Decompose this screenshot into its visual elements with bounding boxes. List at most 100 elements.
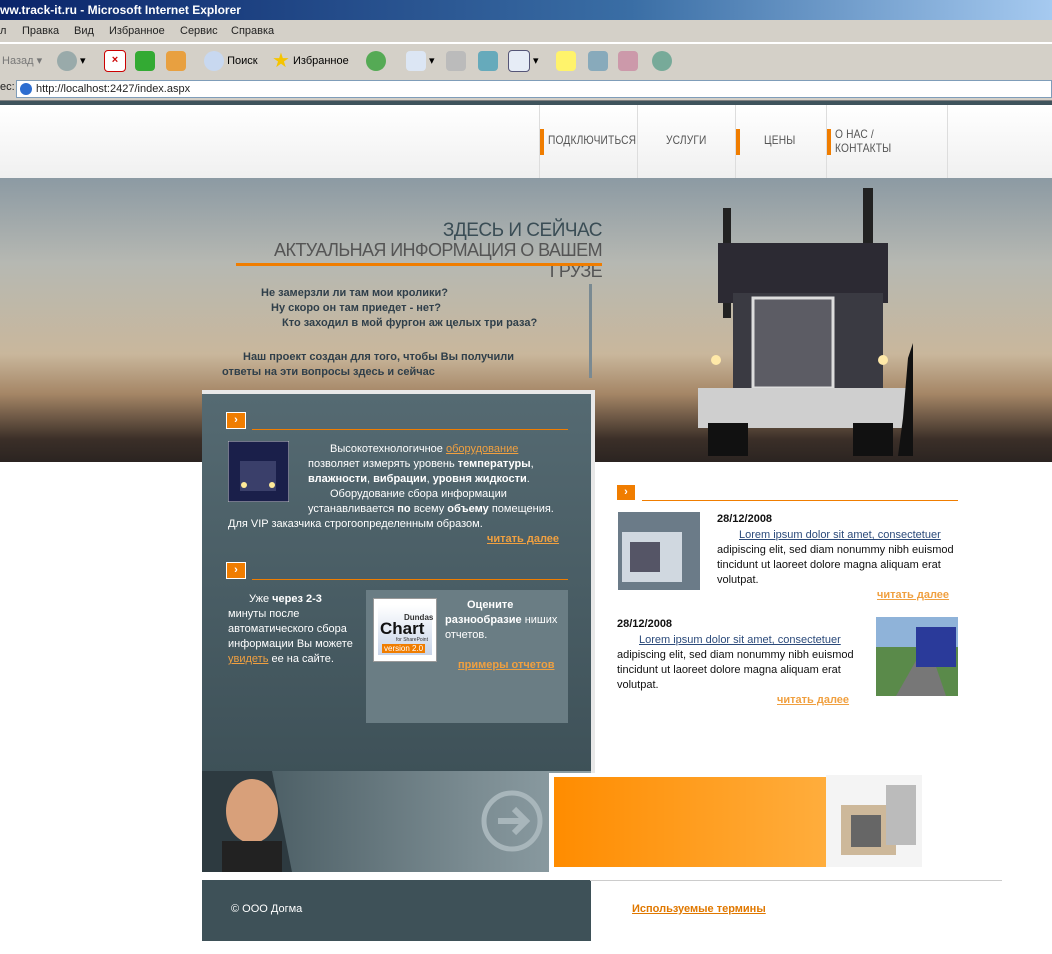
news-line-2a: adipiscing elit, sed diam nonummy nibh e…: [617, 649, 854, 661]
hero-question-1: Не замерзли ли там мои кролики?: [261, 287, 448, 299]
hero-intro-1: Наш проект создан для того, чтобы Вы пол…: [243, 351, 515, 363]
mail-button[interactable]: ▾: [406, 50, 435, 72]
block2-line2: минуты после: [228, 608, 300, 620]
nav-prices[interactable]: ЦЕНЫ: [735, 105, 827, 178]
note-icon: [556, 51, 576, 72]
news-thumbnail-2[interactable]: [876, 617, 958, 696]
nav-connect[interactable]: ПОДКЛЮЧИТЬСЯ: [539, 105, 638, 178]
menu-bar: л Правка Вид Избранное Сервис Справка: [0, 20, 1052, 43]
hero-question-3: Кто заходил в мой фургон аж целых три ра…: [282, 317, 538, 329]
dundas-chart-logo: Dundas Chart for SharePoint version 2.0: [373, 598, 437, 662]
globe-icon: [652, 51, 672, 72]
browser-toolbar: Назад ▾ ▾ × Поиск ★ Избранное ▾ ▾: [0, 43, 1052, 79]
block1-line1: Высокотехнологичное оборудование: [330, 443, 519, 455]
favorites-label: Избранное: [293, 55, 349, 67]
news-read-more-1[interactable]: читать далее: [877, 589, 949, 601]
address-label: ес:: [0, 81, 15, 93]
hero-underline: [236, 263, 602, 266]
menu-help[interactable]: Справка: [231, 20, 274, 42]
history-icon: [366, 51, 386, 72]
hero-title: ЗДЕСЬ И СЕЙЧАС: [442, 220, 603, 241]
menu-edit[interactable]: Правка: [22, 20, 59, 42]
nav-prices-label: ЦЕНЫ: [764, 133, 796, 147]
news-divider: [642, 500, 958, 501]
web-button[interactable]: [652, 50, 672, 72]
menu-tools[interactable]: Сервис: [180, 20, 218, 42]
reports-line3: отчетов.: [445, 629, 488, 641]
menu-file[interactable]: л: [0, 20, 6, 42]
block1-line4: Оборудование сбора информации: [330, 488, 507, 500]
forward-button[interactable]: ▾: [57, 50, 86, 72]
news-date-2: 28/12/2008: [617, 618, 673, 630]
news-title-1[interactable]: Lorem ipsum dolor sit amet, consectetuer: [739, 528, 941, 543]
edit-button[interactable]: ▾: [508, 50, 539, 73]
nav-marker: [827, 129, 831, 155]
terms-link[interactable]: Используемые термины: [632, 903, 766, 915]
refresh-icon: [135, 51, 155, 72]
truck-banner-image: [826, 775, 922, 867]
stop-button[interactable]: ×: [104, 50, 126, 73]
cursor-icon: [588, 51, 608, 72]
view-link[interactable]: увидеть: [228, 653, 268, 665]
news-thumbnail-1[interactable]: [618, 512, 700, 590]
search-button[interactable]: Поиск: [204, 50, 258, 72]
news-date-1: 28/12/2008: [717, 513, 773, 525]
hero-intro-2: ответы на эти вопросы здесь и сейчас: [222, 366, 435, 378]
menu-view[interactable]: Вид: [74, 20, 94, 42]
ie-page-icon: [20, 83, 32, 96]
address-bar: ес: http://localhost:2427/index.aspx: [0, 78, 1052, 101]
consultant-banner[interactable]: [202, 771, 591, 872]
news-line-1c: volutpat.: [717, 574, 759, 586]
menu-favorites[interactable]: Избранное: [109, 20, 165, 42]
stop-icon: ×: [104, 50, 126, 73]
site-header: ПОДКЛЮЧИТЬСЯ УСЛУГИ ЦЕНЫ О НАС / КОНТАКТ…: [0, 105, 1052, 178]
nav-marker: [540, 129, 544, 155]
block1-read-more-link[interactable]: читать далее: [487, 533, 559, 545]
cursor-button[interactable]: [588, 50, 608, 72]
equipment-link[interactable]: оборудование: [446, 443, 518, 455]
research-button[interactable]: [618, 50, 638, 72]
edit-icon: [508, 50, 530, 73]
refresh-button[interactable]: [135, 50, 155, 72]
block2-line4: информации Вы можете: [228, 638, 353, 650]
address-input[interactable]: http://localhost:2427/index.aspx: [16, 80, 1052, 98]
messenger-button[interactable]: [478, 50, 498, 72]
block2-line1: Уже через 2-3: [249, 593, 322, 605]
news-line-1b: tincidunt ut laoreet dolore magna aliqua…: [717, 559, 941, 571]
back-button[interactable]: Назад ▾: [2, 50, 42, 72]
nav-services[interactable]: УСЛУГИ: [637, 105, 736, 178]
reports-line2: разнообразие ниших: [445, 614, 558, 626]
research-icon: [618, 51, 638, 72]
block1-divider: [252, 429, 568, 430]
block1-line2: позволяет измерять уровень температуры,: [308, 458, 534, 470]
history-button[interactable]: [366, 50, 386, 72]
news-line-2c: volutpat.: [617, 679, 659, 691]
news-line-2b: tincidunt ut laoreet dolore magna aliqua…: [617, 664, 841, 676]
news-arrow-icon: ›: [616, 484, 636, 501]
block1-line6: Для VIP заказчика строгоопределенным обр…: [228, 518, 483, 530]
nav-marker: [736, 129, 740, 155]
news-read-more-2[interactable]: читать далее: [777, 694, 849, 706]
print-button[interactable]: [446, 50, 466, 72]
report-examples-link[interactable]: примеры отчетов: [458, 659, 554, 671]
home-button[interactable]: [166, 50, 186, 72]
nav-about[interactable]: О НАС / КОНТАКТЫ: [826, 105, 948, 178]
hero-divider: [589, 284, 592, 378]
window-titlebar: ww.track-it.ru - Microsoft Internet Expl…: [0, 0, 1052, 20]
block2-line3: автоматического сбора: [228, 623, 347, 635]
reports-line1: Оцените: [467, 599, 514, 611]
address-url: http://localhost:2427/index.aspx: [36, 83, 191, 95]
star-icon: ★: [272, 50, 290, 73]
search-icon: [204, 51, 224, 72]
back-label: Назад: [2, 55, 34, 67]
block1-line5: устанавливается по всему объему помещени…: [308, 503, 554, 515]
nav-about-label: О НАС / КОНТАКТЫ: [835, 127, 892, 155]
block2-line5: увидеть ее на сайте.: [228, 653, 334, 665]
copyright: © ООО Догма: [231, 903, 303, 915]
favorites-button[interactable]: ★ Избранное: [272, 50, 349, 72]
notes-button[interactable]: [556, 50, 576, 72]
nav-connect-label: ПОДКЛЮЧИТЬСЯ: [548, 133, 637, 147]
print-icon: [446, 51, 466, 72]
footer-divider: [590, 880, 1002, 881]
news-title-2[interactable]: Lorem ipsum dolor sit amet, consectetuer: [639, 633, 841, 648]
